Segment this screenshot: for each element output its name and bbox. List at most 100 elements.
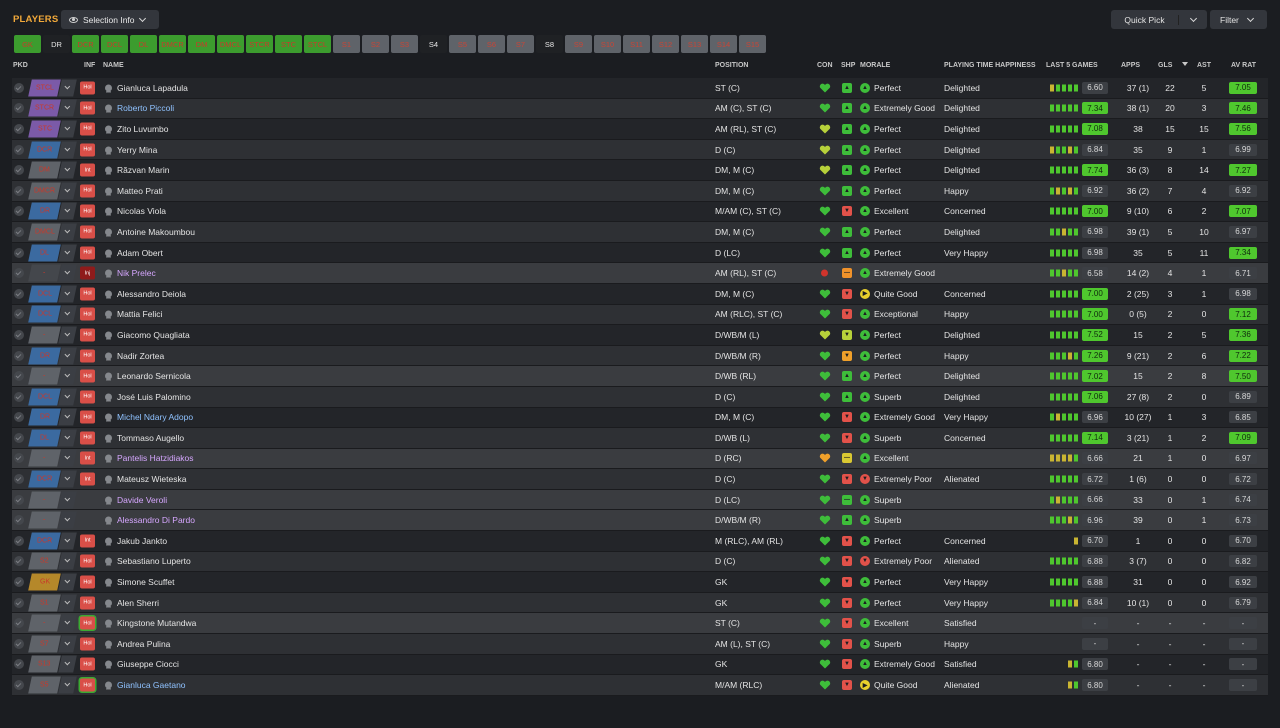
info-badge[interactable]: Hol	[80, 349, 95, 363]
injury-icon[interactable]	[821, 269, 828, 277]
selection-dropdown[interactable]: -	[27, 367, 77, 385]
selection-dropdown-toggle[interactable]	[58, 202, 77, 220]
info-badge[interactable]: Hol	[80, 328, 95, 342]
table-row[interactable]: DMCL Hol Antoine Makoumbou DM, M (C) ▲ ▲ Perfe…	[12, 222, 1268, 243]
table-row[interactable]: STC Hol Zito Luvumbo AM (RL), ST (C) ▲ ▲ Perfe…	[12, 119, 1268, 140]
table-row[interactable]: DL Hol Adam Obert D (LC) ▲ ▲ Perfect Very Happy…	[12, 242, 1268, 264]
position-slot-s14[interactable]: S14	[710, 35, 737, 53]
picked-checkbox[interactable]	[14, 309, 24, 320]
col-avrat[interactable]: AV RAT	[1231, 62, 1256, 69]
selection-dropdown-toggle[interactable]	[58, 655, 77, 673]
table-row[interactable]: - Inj Nik Prelec AM (RL), ST (C) — ▲ Extremely…	[12, 263, 1268, 284]
table-row[interactable]: DCL Hol Alessandro Deiola DM, M (C) ▼ ▶ Quite …	[12, 283, 1268, 305]
player-name-link[interactable]: Pantelis Hatzidiakos	[117, 453, 194, 463]
player-name-link[interactable]: Adam Obert	[117, 248, 163, 258]
player-name-link[interactable]: Răzvan Marin	[117, 165, 169, 175]
selection-dropdown-toggle[interactable]	[58, 470, 77, 488]
selection-slot[interactable]: DMCR	[28, 182, 62, 200]
picked-checkbox[interactable]	[14, 597, 24, 608]
table-row[interactable]: STCL Hol Gianluca Lapadula ST (C) ▲ ▲ Perfect D…	[12, 78, 1268, 99]
selection-dropdown[interactable]: STCR	[27, 99, 77, 117]
table-row[interactable]: S1 Hol Alen Sherri GK ▼ ▲ Perfect Very Happy 6.8…	[12, 592, 1268, 614]
picked-checkbox[interactable]	[14, 535, 24, 546]
col-last5[interactable]: LAST 5 GAMES	[1046, 62, 1098, 69]
selection-dropdown[interactable]: S1	[27, 594, 77, 612]
info-badge[interactable]: Hol	[80, 678, 95, 692]
table-row[interactable]: DR Hol Nicolas Viola M/AM (C), ST (C) ▼ ▲ Exce…	[12, 201, 1268, 223]
selection-slot[interactable]: S7	[28, 635, 62, 653]
picked-checkbox[interactable]	[14, 474, 24, 485]
selection-dropdown-toggle[interactable]	[58, 347, 77, 365]
selection-dropdown-toggle[interactable]	[58, 511, 77, 529]
info-badge[interactable]: Hol	[80, 616, 95, 630]
selection-dropdown-toggle[interactable]	[58, 573, 77, 591]
selection-dropdown-toggle[interactable]	[58, 182, 77, 200]
selection-slot[interactable]: -	[28, 264, 62, 282]
table-row[interactable]: DCR Int Mateusz Wieteska D (C) ▼ ▼ Extremely P…	[12, 469, 1268, 490]
player-name-link[interactable]: Mateusz Wieteska	[117, 474, 186, 484]
player-name-link[interactable]: Simone Scuffet	[117, 577, 175, 587]
player-name-link[interactable]: Alen Sherri	[117, 598, 159, 608]
selection-slot[interactable]: DR	[28, 347, 62, 365]
selection-dropdown[interactable]: -	[27, 614, 77, 632]
picked-checkbox[interactable]	[14, 515, 24, 526]
selection-dropdown[interactable]: -	[27, 264, 77, 282]
table-row[interactable]: GK Hol Simone Scuffet GK ▼ ▲ Perfect Very Happy…	[12, 572, 1268, 593]
picked-checkbox[interactable]	[14, 82, 24, 93]
position-slot-s3[interactable]: S3	[391, 35, 418, 53]
info-badge[interactable]: Hol	[80, 101, 95, 115]
selection-dropdown-toggle[interactable]	[58, 491, 77, 509]
picked-checkbox[interactable]	[14, 556, 24, 567]
table-row[interactable]: - Hol Giacomo Quagliata D/WB/M (L) ▼ ▲ Perfect…	[12, 325, 1268, 346]
info-badge[interactable]: Hol	[80, 657, 95, 671]
selection-dropdown[interactable]: DCR	[27, 470, 77, 488]
selection-dropdown[interactable]: DCL	[27, 305, 77, 323]
selection-dropdown[interactable]: -	[27, 511, 77, 529]
table-row[interactable]: S2 Hol Sebastiano Luperto D (C) ▼ ▼ Extremely …	[12, 551, 1268, 573]
info-badge[interactable]: Inj	[80, 266, 95, 280]
selection-dropdown-toggle[interactable]	[58, 429, 77, 447]
info-badge[interactable]: Int	[80, 451, 95, 465]
position-slot-dcl[interactable]: DCL	[101, 35, 128, 53]
picked-checkbox[interactable]	[14, 391, 24, 402]
picked-checkbox[interactable]	[14, 185, 24, 196]
picked-checkbox[interactable]	[14, 247, 24, 258]
selection-dropdown[interactable]: DM	[27, 161, 77, 179]
selection-slot[interactable]: DM	[28, 161, 62, 179]
selection-dropdown[interactable]: S7	[27, 635, 77, 653]
position-slot-s1[interactable]: S1	[333, 35, 360, 53]
position-slot-dmcr[interactable]: DMCR	[159, 35, 186, 53]
selection-dropdown-toggle[interactable]	[58, 449, 77, 467]
selection-slot[interactable]: DMCL	[28, 223, 62, 241]
table-row[interactable]: DCR Hol Yerry Mina D (C) ▲ ▲ Perfect Delighted 6…	[12, 139, 1268, 161]
selection-dropdown[interactable]: DCL	[27, 388, 77, 406]
col-con[interactable]: CON	[817, 62, 833, 69]
selection-slot[interactable]: -	[28, 511, 62, 529]
info-badge[interactable]: Hol	[80, 143, 95, 157]
selection-dropdown-toggle[interactable]	[58, 141, 77, 159]
info-badge[interactable]: Hol	[80, 122, 95, 136]
selection-dropdown[interactable]: DR	[27, 202, 77, 220]
table-row[interactable]: DCR Int Jakub Jankto M (RLC), AM (RL) ▼ ▲ Perf…	[12, 531, 1268, 552]
selection-dropdown[interactable]: GK	[27, 573, 77, 591]
picked-checkbox[interactable]	[14, 659, 24, 670]
selection-dropdown-toggle[interactable]	[58, 161, 77, 179]
position-slot-s8[interactable]: S8	[536, 35, 563, 53]
info-badge[interactable]: Hol	[80, 225, 95, 239]
selection-dropdown-toggle[interactable]	[58, 676, 77, 694]
picked-checkbox[interactable]	[14, 288, 24, 299]
col-pkd[interactable]: PKD	[13, 62, 28, 69]
picked-checkbox[interactable]	[14, 123, 24, 134]
position-slot-stcl[interactable]: STCL	[304, 35, 331, 53]
player-name-link[interactable]: Alessandro Di Pardo	[117, 515, 195, 525]
selection-dropdown[interactable]: -	[27, 326, 77, 344]
player-name-link[interactable]: Andrea Pulina	[117, 639, 170, 649]
selection-dropdown-toggle[interactable]	[58, 614, 77, 632]
player-name-link[interactable]: Nicolas Viola	[117, 206, 166, 216]
selection-slot[interactable]: S5	[28, 676, 62, 694]
info-badge[interactable]: Int	[80, 472, 95, 486]
selection-slot[interactable]: STC	[28, 120, 62, 138]
selection-slot[interactable]: DCR	[28, 532, 62, 550]
picked-checkbox[interactable]	[14, 103, 24, 114]
quick-pick-dropdown[interactable]	[1179, 14, 1207, 22]
